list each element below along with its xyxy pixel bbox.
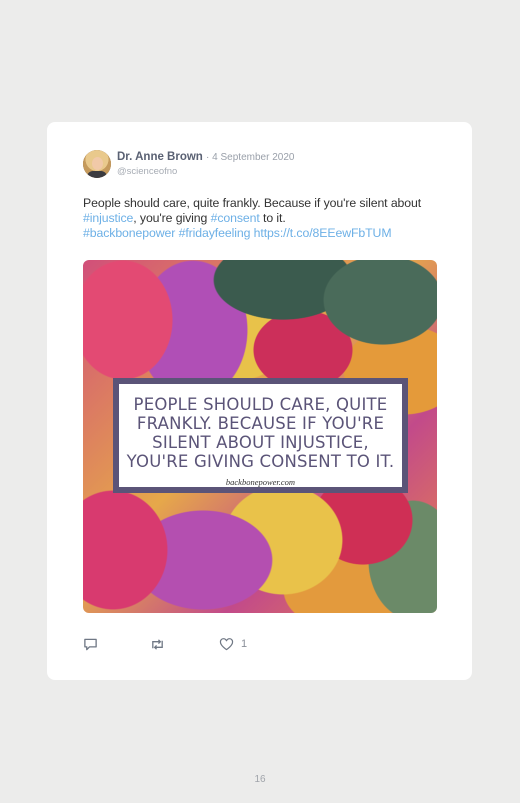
page-number: 16 xyxy=(254,774,266,785)
tweet-date: · 4 September 2020 xyxy=(206,152,295,163)
quote-source: backbonepower.com xyxy=(225,477,296,487)
tweet-url[interactable]: https://t.co/8EEewFbTUM xyxy=(254,226,392,240)
reply-button[interactable] xyxy=(83,635,98,653)
tweet-header: Dr. Anne Brown · 4 September 2020 @scien… xyxy=(83,150,443,180)
like-button[interactable]: 1 xyxy=(219,635,247,653)
tweet-image[interactable]: PEOPLE SHOULD CARE, QUITE FRANKLY. BECAU… xyxy=(83,260,437,613)
hashtag-fridayfeeling[interactable]: #fridayfeeling xyxy=(179,226,251,240)
like-count: 1 xyxy=(241,638,248,650)
tweet-text: People should care, quite frankly. Becau… xyxy=(83,196,422,240)
hashtag-consent[interactable]: #consent xyxy=(211,211,260,225)
retweet-button[interactable] xyxy=(149,635,166,653)
hashtag-backbonepower[interactable]: #backbonepower xyxy=(83,226,175,240)
hashtag-injustice[interactable]: #injustice xyxy=(83,211,133,225)
reply-icon xyxy=(84,638,97,650)
heart-icon xyxy=(219,638,234,651)
avatar[interactable] xyxy=(83,150,111,178)
author-handle[interactable]: @scienceofno xyxy=(117,166,177,177)
quote-text: PEOPLE SHOULD CARE, QUITE FRANKLY. BECAU… xyxy=(126,395,395,471)
quote-box: PEOPLE SHOULD CARE, QUITE FRANKLY. BECAU… xyxy=(113,378,408,493)
retweet-icon xyxy=(152,638,163,650)
tweet-actions: 1 xyxy=(83,635,283,655)
tweet-card: Dr. Anne Brown · 4 September 2020 @scien… xyxy=(47,122,472,680)
author-name-line: Dr. Anne Brown · 4 September 2020 xyxy=(117,151,294,163)
author-name[interactable]: Dr. Anne Brown xyxy=(117,151,203,163)
